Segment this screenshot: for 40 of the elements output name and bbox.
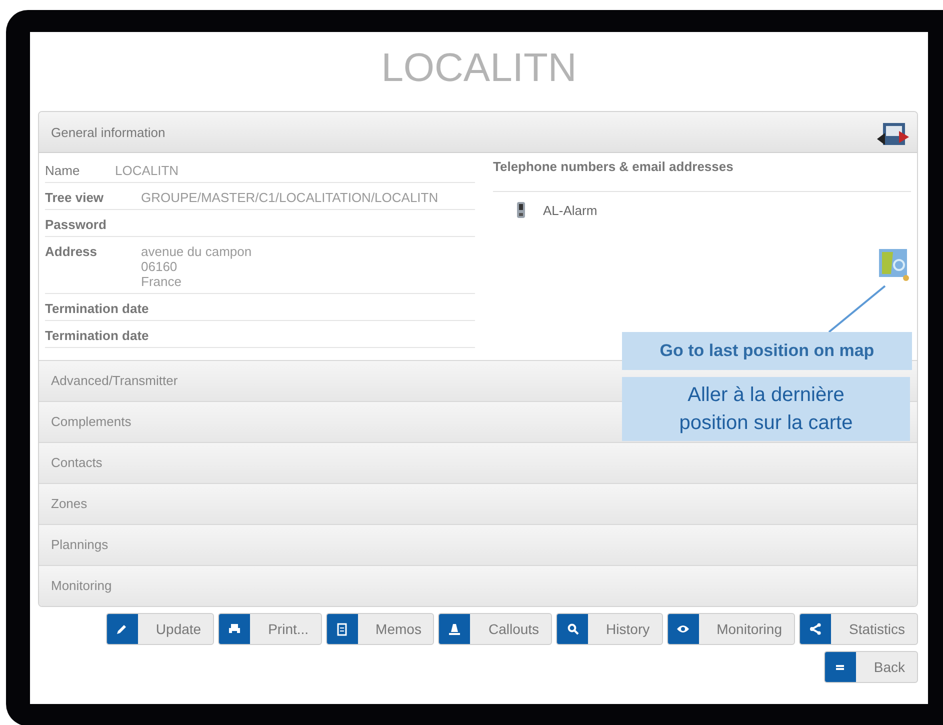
cone-icon: [448, 622, 462, 636]
field-value: GROUPE/MASTER/C1/LOCALITATION/LOCALITN: [141, 190, 438, 205]
field-label: Tree view: [45, 190, 105, 205]
search-icon: [566, 623, 579, 635]
map-tooltip: Aller à la dernière position sur la carte: [622, 377, 910, 441]
accordion-section[interactable]: Plannings: [39, 524, 917, 565]
toolbar-button[interactable]: Monitoring: [666, 613, 795, 645]
toolbar-button[interactable]: Update: [106, 613, 214, 645]
map-tooltip: Go to last position on map: [622, 332, 912, 370]
field-value: 06160: [141, 259, 178, 274]
accordion-section[interactable]: Contacts: [39, 442, 917, 483]
toolbar-button[interactable]: Callouts: [438, 613, 552, 645]
accordion-section[interactable]: Zones: [39, 483, 917, 524]
toolbar-button[interactable]: Print...: [218, 613, 322, 645]
toolbar-button[interactable]: Statistics: [798, 613, 918, 645]
phone-icon: [517, 202, 525, 218]
field-value: avenue du campon: [141, 244, 252, 259]
panel-header[interactable]: General information: [39, 112, 917, 153]
page-title: LOCALITN: [380, 45, 578, 92]
field-value: LOCALITN: [115, 163, 179, 178]
printer-icon: [228, 623, 242, 635]
field-label: Termination date: [45, 328, 149, 343]
pencil-icon: [116, 623, 128, 635]
field-label: Password: [45, 217, 108, 232]
accordion-section[interactable]: Monitoring: [39, 565, 917, 606]
share-icon: [809, 623, 822, 635]
field-label: Name: [45, 163, 81, 178]
field-label: Termination date: [45, 301, 149, 316]
field-label: Address: [45, 244, 98, 261]
contacts-title: Telephone numbers & email addresses: [493, 159, 911, 192]
toolbar-button[interactable]: History: [556, 613, 663, 645]
toolbar-button[interactable]: Memos: [326, 613, 434, 645]
note-icon: [337, 622, 348, 636]
back-button[interactable]: Back: [824, 651, 918, 683]
back-icon: [834, 662, 846, 672]
leader-line: [828, 285, 886, 333]
header-title: General information: [51, 124, 166, 140]
field-value: France: [141, 274, 182, 289]
eye-icon: [676, 624, 690, 634]
contact-name[interactable]: AL-Alarm: [543, 202, 598, 218]
